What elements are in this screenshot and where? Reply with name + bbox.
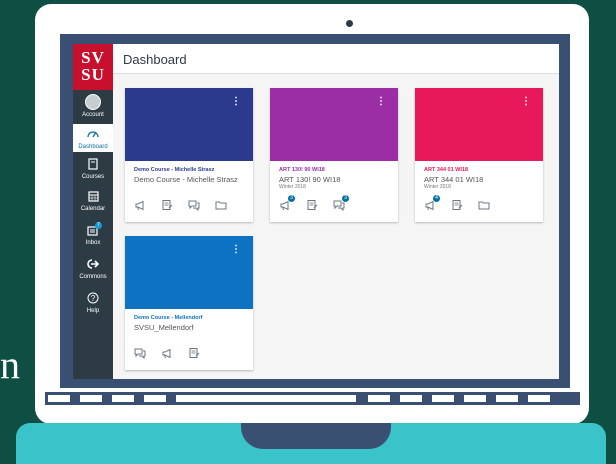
discussion-icon[interactable] bbox=[188, 199, 202, 213]
key bbox=[144, 395, 166, 402]
nav-item-dashboard[interactable]: Dashboard bbox=[73, 124, 113, 152]
assignment-icon[interactable] bbox=[451, 199, 465, 213]
background-letter: n bbox=[0, 345, 20, 385]
course-card[interactable]: ⋮ Demo Course - Michelle Strasz Demo Cou… bbox=[125, 88, 253, 222]
course-card[interactable]: ⋮ ART 344 01 WI18 ART 344 01 WI18 Winter… bbox=[415, 88, 543, 222]
folder-icon[interactable] bbox=[478, 199, 492, 213]
help-icon: ? bbox=[73, 292, 113, 306]
unread-count-badge: 4 bbox=[433, 195, 440, 202]
key bbox=[112, 395, 134, 402]
nav-item-commons[interactable]: Commons bbox=[73, 258, 113, 284]
key bbox=[368, 395, 390, 402]
unread-count-badge: 3 bbox=[288, 195, 295, 202]
course-card[interactable]: ⋮ ART 130! 90 WI18 ART 130! 90 WI18 Wint… bbox=[270, 88, 398, 222]
card-title[interactable]: Demo Course - Michelle Strasz bbox=[134, 167, 214, 173]
card-subtitle: ART 130! 90 WI18 bbox=[279, 175, 341, 184]
webcam-dot bbox=[346, 20, 353, 27]
unread-count-badge: 3 bbox=[342, 195, 349, 202]
nav-label: Account bbox=[82, 112, 104, 118]
nav-item-account[interactable]: Account bbox=[73, 92, 113, 120]
nav-label: Courses bbox=[81, 174, 105, 180]
card-subtitle: Demo Course - Michelle Strasz bbox=[134, 175, 238, 184]
nav-item-help[interactable]: ? Help bbox=[73, 292, 113, 318]
svg-text:?: ? bbox=[91, 294, 96, 303]
nav-label: Commons bbox=[79, 274, 107, 280]
card-hero[interactable]: ⋮ bbox=[415, 88, 543, 161]
course-card[interactable]: ⋮ Demo Course - Mellendorf SVSU_Mellendo… bbox=[125, 236, 253, 370]
svsu-logo[interactable]: SV SU bbox=[73, 44, 113, 90]
assignment-icon[interactable] bbox=[161, 199, 175, 213]
assignment-icon[interactable] bbox=[188, 347, 202, 361]
discussion-icon[interactable] bbox=[134, 347, 148, 361]
dashboard-icon bbox=[73, 128, 113, 142]
page-title: Dashboard bbox=[123, 52, 187, 67]
nav-item-calendar[interactable]: Calendar bbox=[73, 190, 113, 216]
card-title[interactable]: Demo Course - Mellendorf bbox=[134, 315, 202, 321]
folder-icon[interactable] bbox=[215, 199, 229, 213]
book-icon bbox=[73, 158, 113, 172]
spacebar bbox=[176, 395, 356, 402]
inbox-icon bbox=[73, 224, 113, 238]
card-title[interactable]: ART 344 01 WI18 bbox=[424, 167, 468, 173]
card-subtitle: ART 344 01 WI18 bbox=[424, 175, 484, 184]
key bbox=[432, 395, 454, 402]
key bbox=[80, 395, 102, 402]
nav-label: Calendar bbox=[80, 206, 106, 212]
kebab-menu-icon[interactable]: ⋮ bbox=[521, 97, 531, 107]
card-title[interactable]: ART 130! 90 WI18 bbox=[279, 167, 325, 173]
card-term: Winter 2018 bbox=[279, 184, 306, 190]
kebab-menu-icon[interactable]: ⋮ bbox=[376, 97, 386, 107]
key bbox=[528, 395, 550, 402]
app-screen: SV SU Account Dashboard Courses Calendar bbox=[73, 44, 559, 379]
nav-item-inbox[interactable]: 7 Inbox bbox=[73, 222, 113, 250]
calendar-icon bbox=[73, 190, 113, 204]
page-header: Dashboard bbox=[113, 44, 559, 74]
discussion-icon[interactable]: 3 bbox=[333, 195, 349, 213]
announcement-icon[interactable] bbox=[161, 347, 175, 361]
announcement-icon[interactable] bbox=[134, 199, 148, 213]
laptop-notch bbox=[241, 423, 391, 449]
key bbox=[464, 395, 486, 402]
kebab-menu-icon[interactable]: ⋮ bbox=[231, 245, 241, 255]
nav-label: Inbox bbox=[85, 240, 101, 246]
key bbox=[48, 395, 70, 402]
inbox-badge: 7 bbox=[95, 222, 102, 229]
commons-icon bbox=[73, 258, 113, 272]
card-subtitle: SVSU_Mellendorf bbox=[134, 323, 194, 332]
card-hero[interactable]: ⋮ bbox=[125, 236, 253, 309]
key bbox=[496, 395, 518, 402]
announcement-icon[interactable]: 3 bbox=[279, 195, 295, 213]
card-term: Winter 2018 bbox=[424, 184, 451, 190]
announcement-icon[interactable]: 4 bbox=[424, 195, 440, 213]
card-hero[interactable]: ⋮ bbox=[125, 88, 253, 161]
key bbox=[400, 395, 422, 402]
assignment-icon[interactable] bbox=[306, 199, 320, 213]
avatar-icon bbox=[85, 94, 101, 110]
nav-label: Help bbox=[86, 308, 100, 314]
nav-item-courses[interactable]: Courses bbox=[73, 158, 113, 184]
kebab-menu-icon[interactable]: ⋮ bbox=[231, 97, 241, 107]
global-nav-sidebar: SV SU Account Dashboard Courses Calendar bbox=[73, 44, 113, 379]
nav-label: Dashboard bbox=[78, 144, 108, 150]
card-hero[interactable]: ⋮ bbox=[270, 88, 398, 161]
